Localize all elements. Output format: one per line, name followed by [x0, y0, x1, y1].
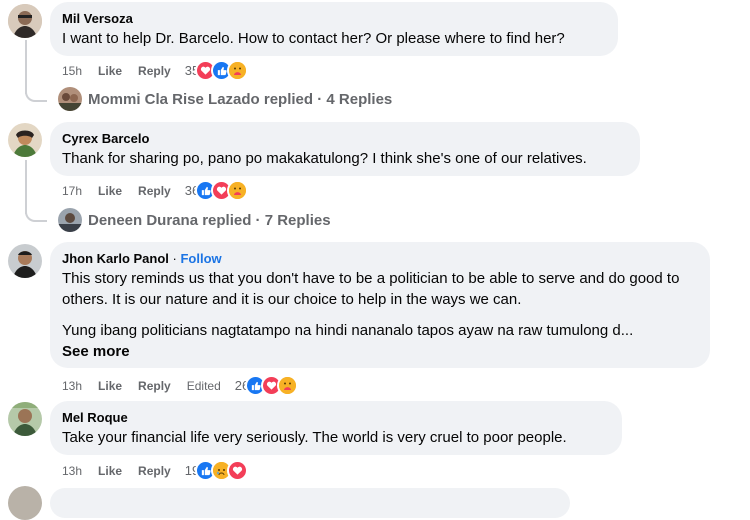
thread-line	[25, 160, 27, 214]
reaction-summary[interactable]: 36	[185, 180, 249, 201]
comment-bubble: Cyrex Barcelo Thank for sharing po, pano…	[50, 122, 640, 176]
see-more-link[interactable]: See more	[62, 341, 698, 362]
comment-actions: 13h Like Reply 19	[62, 460, 249, 481]
follow-button[interactable]: Follow	[180, 251, 221, 266]
avatar[interactable]	[8, 4, 42, 38]
comment-bubble: Jhon Karlo Panol · Follow This story rem…	[50, 242, 710, 368]
edited-label[interactable]: Edited	[187, 378, 221, 394]
avatar[interactable]	[8, 486, 42, 520]
comment-time[interactable]: 15h	[62, 63, 82, 79]
comment-time[interactable]: 13h	[62, 463, 82, 479]
care-reaction-icon	[227, 180, 249, 201]
avatar[interactable]	[8, 123, 42, 157]
reply-button[interactable]: Reply	[138, 183, 171, 199]
comment-actions: 17h Like Reply 36	[62, 180, 249, 201]
comment-author-row: Jhon Karlo Panol · Follow	[62, 251, 222, 266]
comment-actions: 13h Like Reply Edited 26	[62, 375, 299, 396]
view-replies-link[interactable]: Deneen Durana replied · 7 Replies	[58, 208, 331, 232]
comment-text: Take your financial life very seriously.…	[62, 429, 567, 446]
like-button[interactable]: Like	[98, 63, 122, 79]
thread-line	[25, 40, 27, 94]
reply-button[interactable]: Reply	[138, 63, 171, 79]
comment-bubble: Mel Roque Take your financial life very …	[50, 401, 622, 455]
like-button[interactable]: Like	[98, 463, 122, 479]
replies-text: Deneen Durana replied · 7 Replies	[88, 211, 331, 229]
comment-actions: 15h Like Reply 35	[62, 60, 249, 81]
comment-text: This story reminds us that you don't hav…	[62, 270, 680, 308]
comment-time[interactable]: 17h	[62, 183, 82, 199]
love-reaction-icon	[227, 460, 249, 481]
like-button[interactable]: Like	[98, 183, 122, 199]
reaction-summary[interactable]: 19	[185, 460, 249, 481]
view-replies-link[interactable]: Mommi Cla Rise Lazado replied · 4 Replie…	[58, 87, 392, 111]
reaction-summary[interactable]: 26	[235, 375, 299, 396]
replier-avatar	[58, 208, 82, 232]
comment-time[interactable]: 13h	[62, 378, 82, 394]
care-reaction-icon	[227, 60, 249, 81]
avatar[interactable]	[8, 244, 42, 278]
reply-button[interactable]: Reply	[138, 463, 171, 479]
thread-elbow	[25, 208, 47, 222]
comment-author[interactable]: Jhon Karlo Panol	[62, 251, 169, 266]
comment-author[interactable]: Cyrex Barcelo	[62, 130, 628, 147]
comment-text: I want to help Dr. Barcelo. How to conta…	[62, 30, 565, 47]
avatar[interactable]	[8, 402, 42, 436]
thread-elbow	[25, 88, 47, 102]
comment-bubble: Mil Versoza I want to help Dr. Barcelo. …	[50, 2, 618, 56]
care-reaction-icon	[277, 375, 299, 396]
comment-author[interactable]: Mil Versoza	[62, 10, 606, 27]
comment-author[interactable]: Mel Roque	[62, 409, 610, 426]
comment-text: Thank for sharing po, pano po makakatulo…	[62, 150, 587, 167]
comment-text-continued: Yung ibang politicians nagtatampo na hin…	[62, 322, 634, 339]
reply-button[interactable]: Reply	[138, 378, 171, 394]
replies-text: Mommi Cla Rise Lazado replied · 4 Replie…	[88, 90, 393, 108]
replier-avatar	[58, 87, 82, 111]
reaction-summary[interactable]: 35	[185, 60, 249, 81]
like-button[interactable]: Like	[98, 378, 122, 394]
